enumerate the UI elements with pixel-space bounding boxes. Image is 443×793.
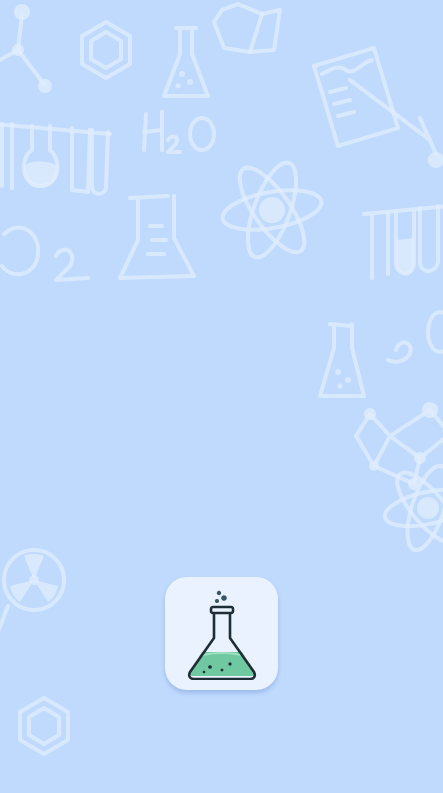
bottle-icon	[212, 2, 282, 54]
beaker-icon	[118, 194, 196, 280]
test-tube-rack-icon	[0, 122, 112, 196]
atom-icon	[220, 160, 324, 260]
erlenmeyer-flask-icon	[187, 590, 256, 680]
formula-right-icon	[386, 310, 443, 364]
benzene-ring-icon	[80, 20, 132, 80]
benzene-ring-bottom-icon	[18, 696, 70, 756]
splash-screen	[0, 0, 443, 793]
notebook-icon	[312, 46, 443, 168]
o2-formula-icon	[0, 225, 90, 282]
app-icon[interactable]	[165, 577, 278, 690]
radiation-icon	[0, 548, 66, 633]
test-tube-rack-right-icon	[362, 204, 443, 280]
erlenmeyer-flask-icon	[162, 26, 210, 98]
erlenmeyer-flask-right-icon	[318, 322, 366, 398]
molecule-icon	[0, 4, 52, 93]
h2o-formula-icon	[142, 110, 216, 154]
